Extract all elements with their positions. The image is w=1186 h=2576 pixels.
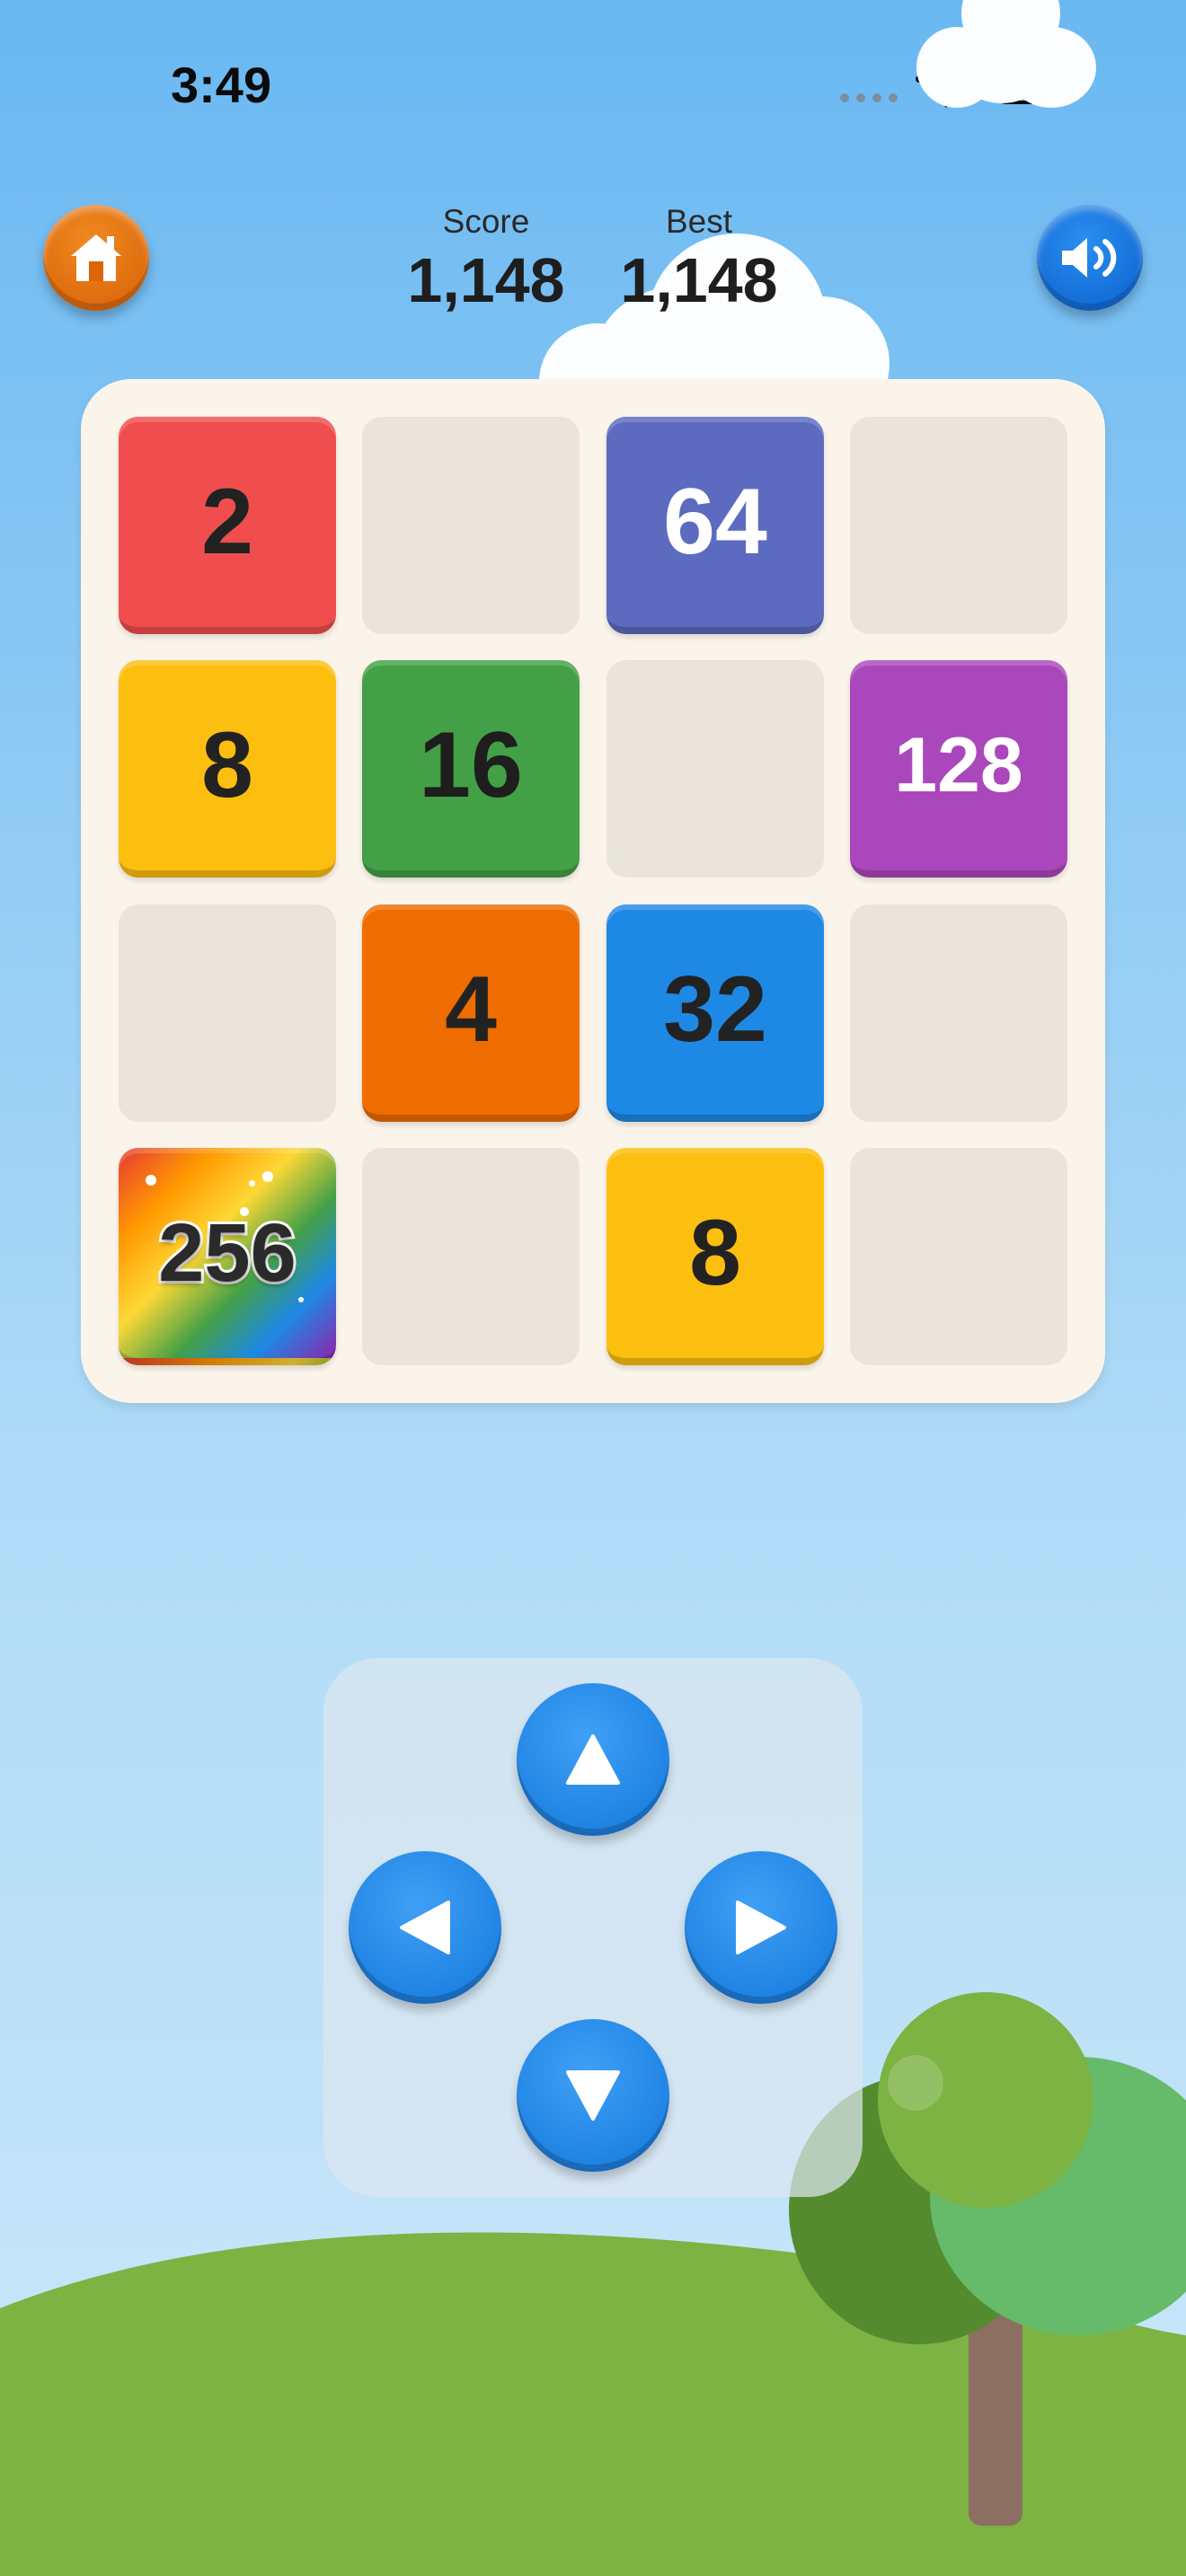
game-board[interactable]: 2 64 8 16 128 4 32 256 8: [81, 379, 1105, 1403]
sparkle-icon: [249, 1180, 255, 1187]
tile-32: 32: [606, 904, 824, 1122]
best-label: Best: [665, 203, 733, 240]
right-button[interactable]: [685, 1851, 837, 2004]
sparkle-icon: [262, 1171, 273, 1182]
empty-cell: [362, 417, 580, 634]
score-label: Score: [442, 203, 530, 240]
game-screen: 3:49 Score 1,148 Best 1,148 2 64 8 16 12…: [0, 0, 1186, 2576]
tile-4: 4: [362, 904, 580, 1122]
arrow-left-icon: [400, 1901, 450, 1954]
tile-value: 256: [155, 1204, 298, 1301]
empty-cell: [119, 904, 336, 1122]
left-button[interactable]: [349, 1851, 501, 2004]
cloud-top: [898, 0, 1105, 117]
arrow-right-icon: [736, 1901, 786, 1954]
direction-pad: [323, 1658, 863, 2197]
down-button[interactable]: [517, 2019, 669, 2172]
best-panel: Best 1,148: [600, 203, 798, 316]
tile-16: 16: [362, 660, 580, 878]
home-icon: [71, 234, 121, 281]
sparkle-icon: [240, 1207, 249, 1216]
best-value: 1,148: [620, 245, 778, 315]
score-panel: Score 1,148: [387, 203, 585, 316]
sparkle-icon: [146, 1175, 156, 1186]
tile-value: 16: [419, 712, 523, 817]
tile-value: 32: [663, 957, 767, 1062]
tile-value: 8: [201, 712, 253, 817]
tree-highlight: [888, 2055, 943, 2111]
empty-cell: [362, 1148, 580, 1365]
tile-8: 8: [119, 660, 336, 878]
empty-cell: [850, 1148, 1067, 1365]
empty-cell: [850, 417, 1067, 634]
sparkle-icon: [298, 1297, 304, 1302]
empty-cell: [850, 904, 1067, 1122]
tile-8: 8: [606, 1148, 824, 1365]
home-button[interactable]: [43, 205, 149, 311]
tile-128: 128: [850, 660, 1067, 878]
speaker-icon: [1062, 238, 1117, 278]
tile-value: 2: [201, 469, 253, 574]
status-time: 3:49: [171, 57, 272, 113]
up-button[interactable]: [517, 1683, 669, 1836]
tile-2: 2: [119, 417, 336, 634]
tile-value: 8: [689, 1200, 741, 1305]
tile-64: 64: [606, 417, 824, 634]
arrow-down-icon: [566, 2070, 620, 2121]
cellular-signal-icon: [840, 93, 898, 102]
score-value: 1,148: [407, 245, 565, 315]
empty-cell: [606, 660, 824, 878]
tile-256: 256: [119, 1148, 336, 1365]
sound-button[interactable]: [1037, 205, 1143, 311]
arrow-up-icon: [566, 1734, 620, 1785]
tile-value: 128: [894, 721, 1023, 808]
tile-value: 4: [445, 957, 497, 1062]
tile-value: 64: [663, 469, 767, 574]
